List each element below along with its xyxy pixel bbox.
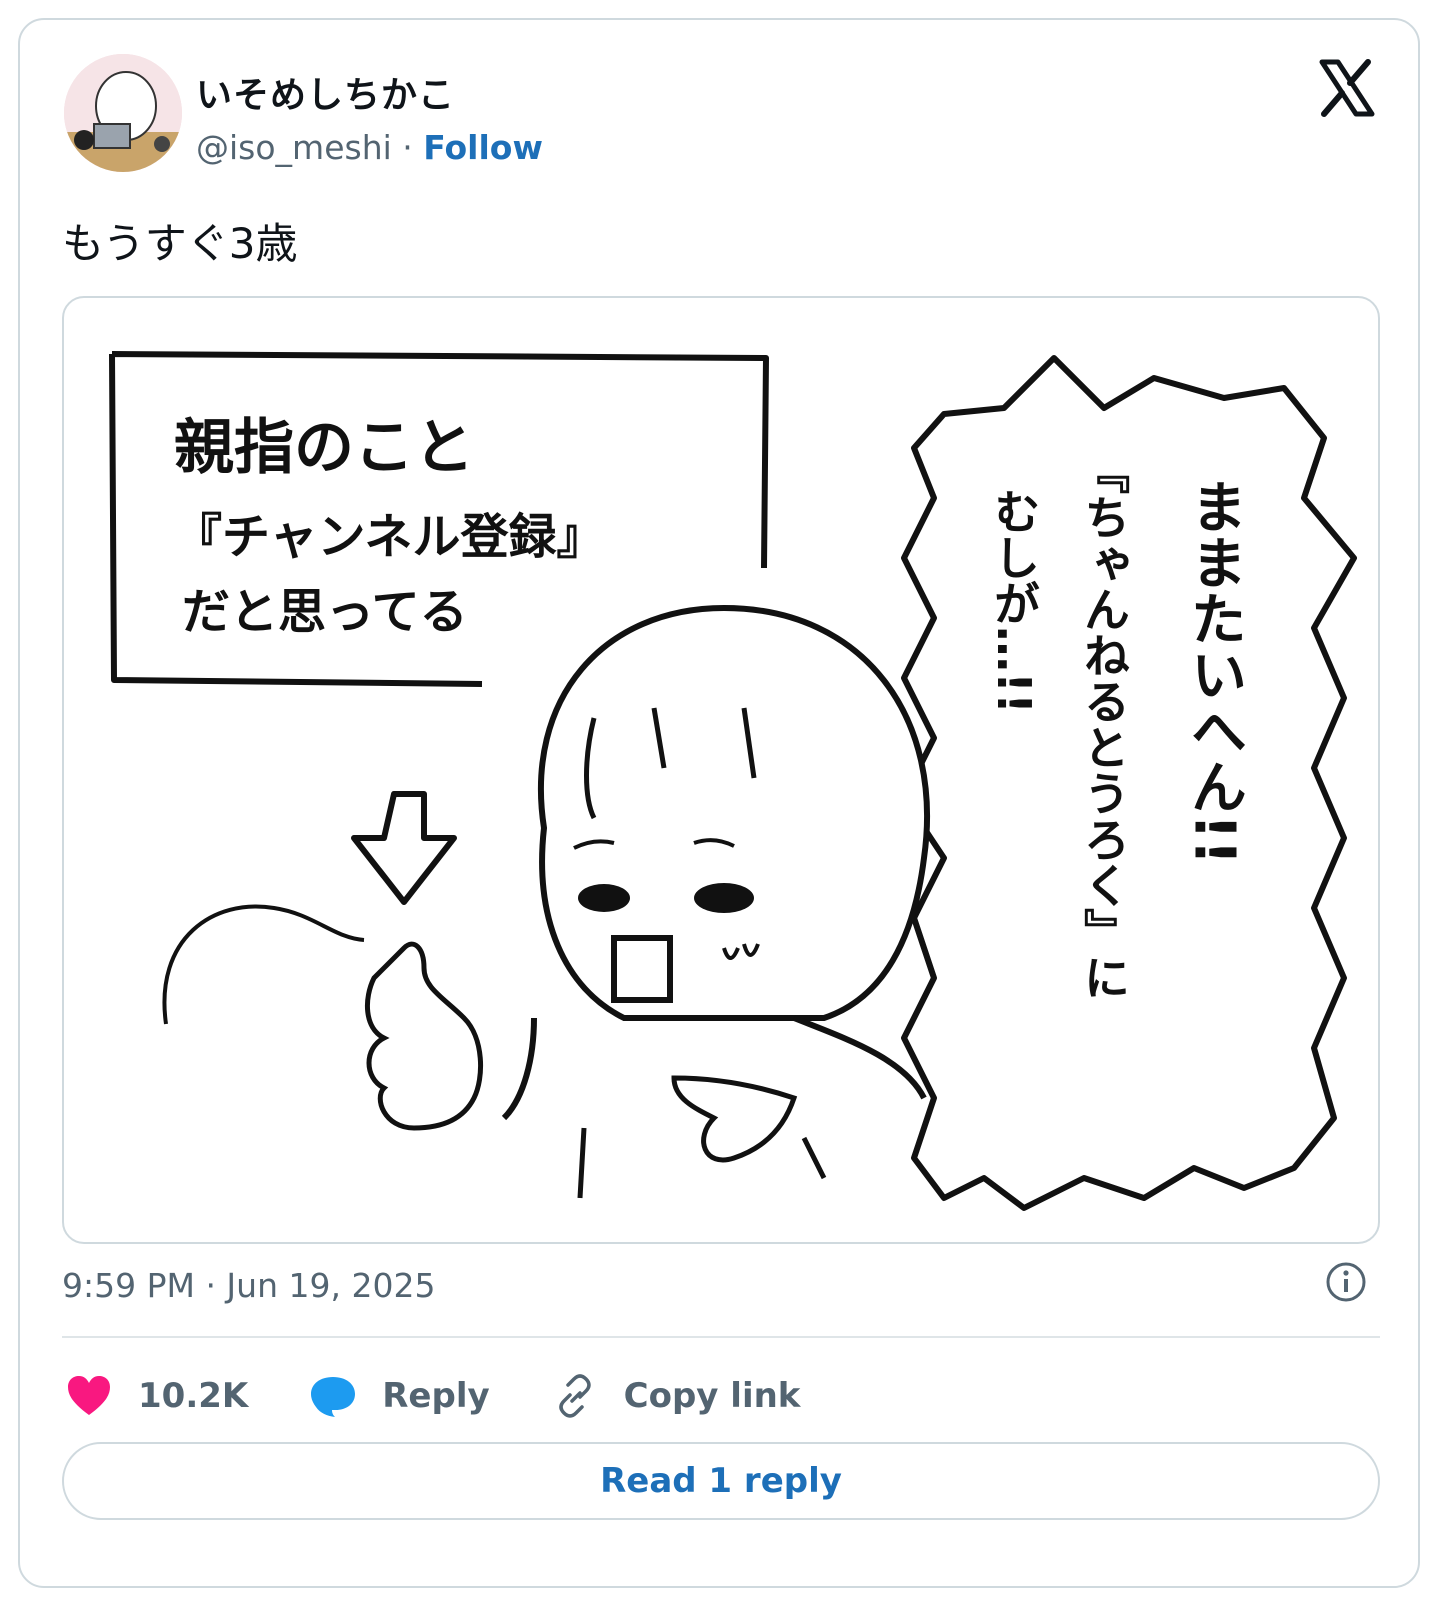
comic-panel: 親指のこと 『チャンネル登録』 だと思ってる ままたいへん!! 『ちゃんねるとう… xyxy=(109,351,1357,1211)
like-count: 10.2K xyxy=(138,1376,249,1416)
heart-icon xyxy=(68,1376,110,1415)
follow-button[interactable]: Follow xyxy=(423,128,543,167)
read-replies-button[interactable]: Read 1 reply xyxy=(62,1442,1380,1520)
author-handle[interactable]: @iso_meshi xyxy=(196,128,392,167)
bubble-column-3: むしが…!! xyxy=(987,488,1041,714)
avatar[interactable] xyxy=(64,54,182,172)
info-icon[interactable] xyxy=(1324,1260,1368,1304)
bubble-column-1: ままたいへん!! xyxy=(1182,478,1247,865)
author-handle-row: @iso_meshi · Follow xyxy=(196,128,543,167)
link-icon xyxy=(558,1374,591,1418)
tweet-media-image[interactable]: 親指のこと 『チャンネル登録』 だと思ってる ままたいへん!! 『ちゃんねるとう… xyxy=(62,296,1380,1244)
reply-button[interactable]: Reply xyxy=(308,1371,490,1421)
tweet-timestamp[interactable]: 9:59 PM · Jun 19, 2025 xyxy=(62,1266,435,1305)
divider xyxy=(62,1336,1380,1338)
reply-label: Reply xyxy=(382,1376,490,1416)
tweet-actions-bar: 10.2K Reply Copy link xyxy=(64,1356,860,1436)
bubble-column-2: 『ちゃんねるとうろく』に xyxy=(1077,448,1131,1000)
read-replies-label: Read 1 reply xyxy=(600,1461,842,1501)
avatar-illustration xyxy=(64,54,182,172)
copy-link-button[interactable]: Copy link xyxy=(550,1371,801,1421)
caption-line-3: だと思ってる xyxy=(182,584,468,640)
caption-line-1: 親指のこと xyxy=(174,413,474,483)
like-button[interactable]: 10.2K xyxy=(64,1371,248,1421)
handle-separator: · xyxy=(402,128,413,167)
x-logo-icon[interactable] xyxy=(1316,58,1376,118)
copy-link-label: Copy link xyxy=(623,1376,801,1416)
tweet-card: いそめしちかこ @iso_meshi · Follow もうすぐ3歳 親指のこと… xyxy=(18,18,1420,1588)
caption-line-2: 『チャンネル登録』 xyxy=(174,509,605,565)
tweet-text: もうすぐ3歳 xyxy=(62,219,298,268)
author-display-name[interactable]: いそめしちかこ xyxy=(196,66,455,118)
reply-bubble-icon xyxy=(311,1377,356,1417)
